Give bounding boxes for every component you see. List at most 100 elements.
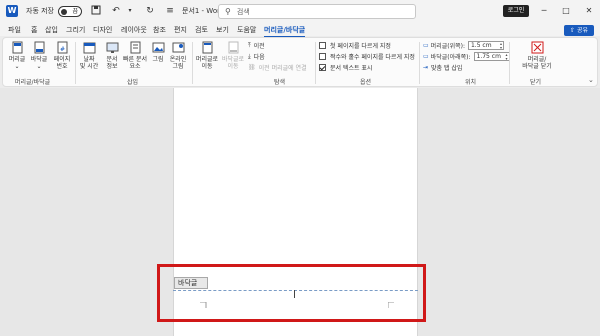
close-button[interactable]: ✕: [583, 4, 595, 18]
highlight-box: [157, 264, 426, 322]
close-header-footer-icon: [531, 41, 544, 54]
undo-icon[interactable]: ↶: [110, 5, 122, 17]
document-info-button[interactable]: 문서 정보: [102, 41, 122, 70]
footer-position-row: ▭ 바닥글(아래쪽): 1.75 cm ▴ ▾: [423, 52, 510, 61]
share-icon: ⇧: [570, 27, 576, 34]
tab-design[interactable]: 디자인: [93, 25, 112, 35]
link-to-previous-label: 이전 머리글에 연결: [258, 65, 307, 72]
group-separator: [315, 42, 316, 84]
search-box[interactable]: ⚲ 검색: [218, 4, 416, 19]
close-header-footer-label-2: 바닥글 닫기: [522, 63, 552, 70]
different-first-page-checkbox[interactable]: [319, 42, 326, 49]
header-position-label: 머리글(위쪽):: [430, 43, 465, 50]
footer-icon: [33, 41, 46, 54]
undo-dropdown-icon[interactable]: ▾: [124, 5, 136, 17]
footer-label: 바닥글: [30, 56, 48, 63]
maximize-button[interactable]: □: [560, 4, 572, 18]
tab-mailings[interactable]: 편지: [174, 25, 187, 35]
calendar-icon: [83, 41, 96, 54]
tab-header-footer[interactable]: 머리글/바닥글: [264, 25, 306, 38]
document-info-label-2: 정보: [106, 63, 118, 70]
footer-position-input[interactable]: 1.75 cm ▴ ▾: [473, 52, 510, 61]
tab-draw[interactable]: 그리기: [66, 25, 85, 35]
header-position-icon: ▭: [423, 42, 429, 49]
page-number-label-2: 번호: [56, 63, 68, 70]
picture-button[interactable]: 그림: [149, 41, 167, 63]
footer-button[interactable]: 바닥글 ⌄: [29, 41, 49, 70]
header-label: 머리글: [8, 56, 26, 63]
go-to-footer-button[interactable]: 바닥글로 이동: [221, 41, 245, 70]
toggle-knob: [61, 8, 67, 15]
group-separator: [509, 42, 510, 84]
tab-file[interactable]: 파일: [8, 25, 21, 35]
show-document-text-checkbox[interactable]: [319, 64, 326, 71]
login-button[interactable]: 로그인: [503, 5, 529, 17]
online-pictures-button[interactable]: 온라인 그림: [167, 41, 189, 70]
tab-home[interactable]: 홈: [31, 25, 37, 35]
next-label: 다음: [253, 54, 265, 61]
page-number-button[interactable]: # 페이지 번호: [51, 41, 73, 70]
close-header-footer-button[interactable]: 머리글/ 바닥글 닫기: [515, 41, 559, 70]
quick-parts-label-1: 빠른 문서: [123, 56, 147, 63]
date-time-label-1: 날짜: [83, 56, 95, 63]
group-header-footer-label: 머리글/바닥글: [15, 79, 51, 86]
next-button[interactable]: ⤓ 다음: [248, 52, 265, 62]
date-time-label-2: 및 시간: [79, 63, 99, 70]
previous-button[interactable]: ⤒ 이전: [248, 41, 265, 51]
save-icon[interactable]: [90, 5, 102, 17]
online-pictures-icon: [172, 41, 185, 54]
header-position-row: ▭ 머리글(위쪽): 1.5 cm ▴ ▾: [423, 41, 504, 50]
redo-icon[interactable]: ↻: [144, 5, 156, 17]
next-icon: ⤓: [248, 52, 251, 60]
share-button[interactable]: ⇧ 공유: [564, 25, 594, 36]
different-first-page-option[interactable]: 첫 페이지를 다르게 지정: [319, 41, 391, 50]
page-number-label-1: 페이지: [53, 56, 71, 63]
header-dropdown-icon: ⌄: [14, 63, 20, 70]
group-options-label: 옵션: [360, 79, 372, 86]
spinner-icon[interactable]: ▴ ▾: [500, 42, 502, 50]
group-separator: [419, 42, 420, 84]
date-time-button[interactable]: 날짜 및 시간: [78, 41, 100, 70]
tab-references[interactable]: 참조: [153, 25, 166, 35]
spinner-icon[interactable]: ▴ ▾: [505, 53, 507, 61]
link-to-previous-button[interactable]: ⛓ 이전 머리글에 연결: [248, 63, 307, 72]
group-separator: [192, 42, 193, 84]
close-header-footer-label-1: 머리글/: [527, 56, 547, 63]
quick-parts-button[interactable]: 빠른 문서 요소: [122, 41, 148, 70]
quick-parts-label-2: 요소: [129, 63, 141, 70]
autosave-toggle[interactable]: 끔: [58, 5, 82, 17]
different-odd-even-label: 짝수와 홀수 페이지를 다르게 지정: [330, 54, 415, 61]
tab-insert[interactable]: 삽입: [45, 25, 58, 35]
tab-review[interactable]: 검토: [195, 25, 208, 35]
show-document-text-option[interactable]: 문서 텍스트 표시: [319, 63, 372, 72]
go-to-footer-label-1: 바닥글로: [221, 56, 245, 63]
different-odd-even-option[interactable]: 짝수와 홀수 페이지를 다르게 지정: [319, 52, 415, 61]
previous-label: 이전: [253, 43, 265, 50]
group-close-label: 닫기: [530, 79, 542, 86]
go-to-header-label-2: 이동: [201, 63, 213, 70]
different-odd-even-checkbox[interactable]: [319, 53, 326, 60]
minimize-button[interactable]: ─: [538, 4, 550, 18]
autosave-label: 자동 저장: [26, 7, 54, 15]
footer-position-icon: ▭: [423, 53, 429, 60]
tab-header-footer-label: 머리글/바닥글: [264, 26, 306, 34]
previous-icon: ⤒: [248, 41, 251, 49]
group-navigation-label: 탐색: [274, 79, 286, 86]
go-to-header-button[interactable]: 머리글로 이동: [195, 41, 219, 70]
insert-alignment-tab-label: 맞춤 탭 삽입: [431, 65, 463, 72]
word-icon: W: [6, 5, 18, 17]
link-icon: ⛓: [248, 64, 256, 71]
tab-help[interactable]: 도움말: [237, 25, 256, 35]
collapse-ribbon-icon[interactable]: ⌄: [588, 76, 594, 84]
tab-view[interactable]: 보기: [216, 25, 229, 35]
customize-qat-icon[interactable]: ≡: [164, 5, 176, 17]
insert-alignment-tab-button[interactable]: ⇥ 맞춤 탭 삽입: [423, 63, 462, 72]
search-placeholder: 검색: [236, 7, 250, 16]
footer-position-label: 바닥글(아래쪽):: [430, 54, 471, 61]
footer-position-value: 1.75 cm: [476, 53, 501, 60]
picture-label: 그림: [152, 56, 164, 63]
tab-layout[interactable]: 레이아웃: [121, 25, 147, 35]
header-button[interactable]: 머리글 ⌄: [7, 41, 27, 70]
header-position-input[interactable]: 1.5 cm ▴ ▾: [467, 41, 504, 50]
alignment-tab-icon: ⇥: [423, 64, 429, 71]
